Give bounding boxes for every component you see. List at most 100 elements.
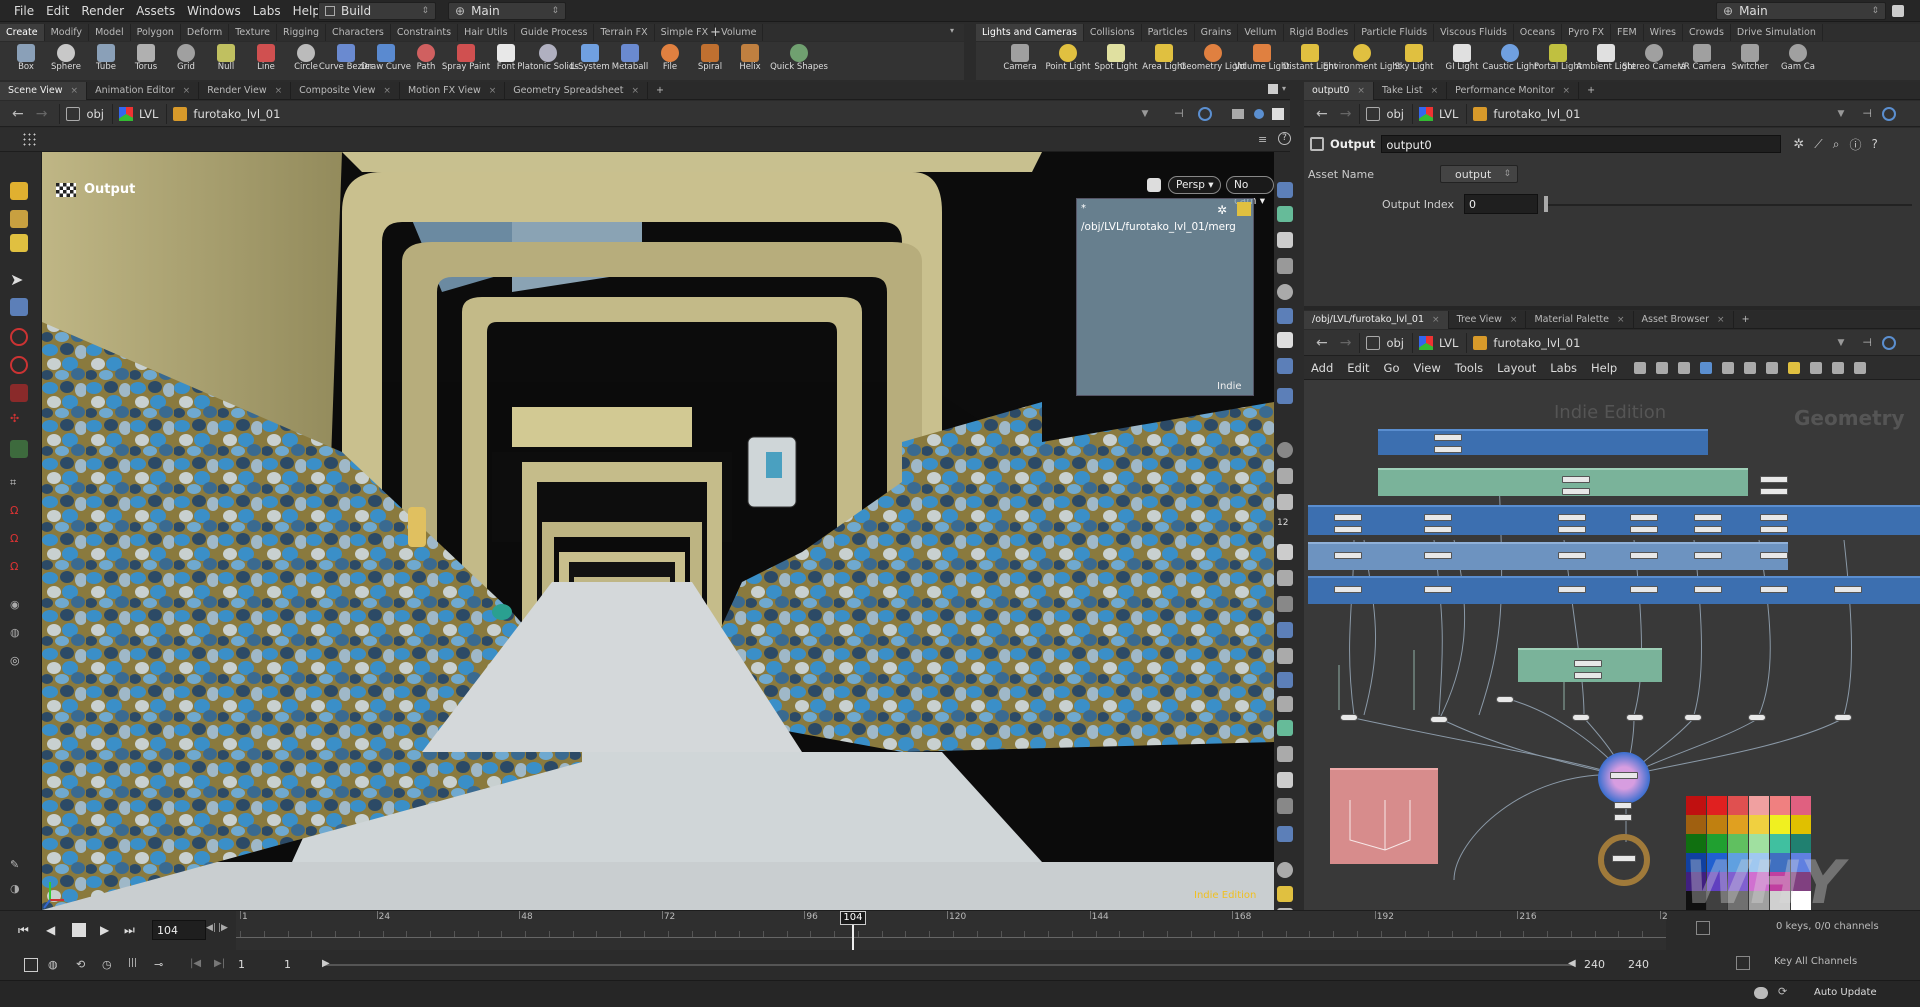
shelf-tab[interactable]: Viscous Fluids <box>1434 24 1514 41</box>
close-icon[interactable]: × <box>1431 82 1439 100</box>
network-node[interactable] <box>1630 514 1658 521</box>
normal-display-icon[interactable] <box>1277 494 1293 510</box>
back-arrow-icon[interactable]: ← <box>1316 335 1328 351</box>
range-end-field[interactable]: 240 <box>1626 956 1666 974</box>
network-menu-view[interactable]: View <box>1407 361 1448 375</box>
close-icon[interactable]: × <box>489 82 497 100</box>
right-desktop-dropdown[interactable]: ⊕ Main ⇕ <box>1716 2 1886 20</box>
overlay-field[interactable]: * <box>1081 203 1211 217</box>
shelf-tab[interactable]: Terrain FX <box>594 24 655 41</box>
template-icon[interactable] <box>1277 308 1293 324</box>
wire-display-icon[interactable] <box>1277 622 1293 638</box>
node-name-field[interactable]: output0 <box>1381 135 1782 153</box>
pose-icon[interactable] <box>10 440 28 458</box>
shelf-tool-volume-light[interactable]: Volume Light <box>1234 42 1290 72</box>
close-icon[interactable]: × <box>632 82 640 100</box>
network-node[interactable] <box>1760 476 1788 483</box>
shelf-tab[interactable]: Particle Fluids <box>1355 24 1435 41</box>
pane-tab[interactable]: /obj/LVL/furotako_lvl_01 × <box>1304 310 1449 329</box>
shelf-tool-environment-light[interactable]: Environment Light <box>1323 42 1401 72</box>
close-icon[interactable]: × <box>183 82 191 100</box>
shelf-tool-vr-camera[interactable]: VR Camera <box>1678 42 1726 72</box>
shelf-tab[interactable]: Drive Simulation <box>1731 24 1823 41</box>
menu-windows[interactable]: Windows <box>181 0 247 22</box>
point-display-icon[interactable] <box>1277 442 1293 458</box>
note-icon[interactable] <box>1788 361 1801 374</box>
vertex-display-icon[interactable] <box>1277 544 1293 560</box>
shelf-tab[interactable]: Collisions <box>1084 24 1142 41</box>
network-node[interactable] <box>1760 488 1788 495</box>
color-swatch[interactable] <box>1791 796 1811 815</box>
grid-view-icon[interactable] <box>1700 361 1713 374</box>
scale-icon[interactable] <box>10 384 28 402</box>
context-dropdown[interactable]: ⊕ Main ⇕ <box>448 2 566 20</box>
shelf-tab[interactable]: Polygon <box>131 24 181 41</box>
merge-node[interactable] <box>1572 714 1590 721</box>
pane-tab[interactable]: Performance Monitor × <box>1447 81 1580 100</box>
magnet-grid-icon[interactable]: Ω <box>10 532 28 550</box>
display-options-icon[interactable]: ≡ <box>1258 133 1267 146</box>
stop-icon[interactable] <box>72 923 86 937</box>
ghost-icon[interactable] <box>1277 258 1293 274</box>
number-display-icon[interactable]: 12 <box>1277 518 1293 534</box>
playback-end-field[interactable]: 240 <box>1582 956 1622 974</box>
back-arrow-icon[interactable]: ← <box>1316 106 1328 122</box>
tree-icon[interactable] <box>1656 361 1669 374</box>
network-node[interactable] <box>1574 672 1602 679</box>
close-icon[interactable]: × <box>383 82 391 100</box>
menu-file[interactable]: File <box>8 0 40 22</box>
close-icon[interactable]: × <box>71 82 79 100</box>
crumb-lvl[interactable]: LVL <box>112 103 166 124</box>
network-node[interactable] <box>1424 586 1452 593</box>
view-tool-icon[interactable] <box>10 182 28 200</box>
network-node[interactable] <box>1558 552 1586 559</box>
network-node[interactable] <box>1694 552 1722 559</box>
timeline-ruler[interactable]: 104 1 24 48 72 96 120 144 168 192 216 2 <box>236 911 1668 951</box>
network-node[interactable] <box>1614 814 1632 821</box>
magnet-point-icon[interactable]: Ω <box>10 560 28 578</box>
range-start-field[interactable]: 1 <box>236 956 282 974</box>
color-swatch[interactable] <box>1707 796 1727 815</box>
add-shelf-icon[interactable]: + <box>710 24 722 41</box>
shelf-tool-spray-paint[interactable]: Spray Paint <box>442 42 490 72</box>
pin-icon[interactable]: ⊣ <box>1862 336 1872 349</box>
hull-display-icon[interactable] <box>1277 648 1293 664</box>
help-icon[interactable]: ? <box>1871 137 1877 151</box>
refresh-icon[interactable]: ⟳ <box>1778 985 1787 998</box>
shelf-menu-icon[interactable]: ▾ <box>950 26 954 35</box>
merge-node[interactable] <box>1684 714 1702 721</box>
network-node[interactable] <box>1760 552 1788 559</box>
pin-icon[interactable] <box>1237 202 1251 216</box>
color-swatch[interactable] <box>1770 815 1790 834</box>
cloud-icon[interactable] <box>1754 987 1768 999</box>
pane-tab[interactable]: Tree View × <box>1449 310 1527 329</box>
snapshot-icon[interactable] <box>1744 361 1757 374</box>
merge-node[interactable] <box>1496 696 1514 703</box>
shelf-tab[interactable]: Rigid Bodies <box>1284 24 1356 41</box>
network-box-pink[interactable] <box>1330 768 1438 864</box>
color-swatch[interactable] <box>1791 815 1811 834</box>
pane-tab[interactable]: Animation Editor × <box>87 81 200 100</box>
crumb-furotako[interactable]: furotako_lvl_01 ▼ <box>1466 103 1852 124</box>
render-tool-icon[interactable]: ◎ <box>10 654 28 672</box>
auto-update-button[interactable]: Auto Update <box>1814 987 1877 998</box>
shelf-tab[interactable]: Deform <box>181 24 230 41</box>
network-node[interactable] <box>1334 514 1362 521</box>
network-menu-tools[interactable]: Tools <box>1448 361 1490 375</box>
close-icon[interactable]: × <box>1617 311 1625 329</box>
network-node[interactable] <box>1558 526 1586 533</box>
merge-node[interactable] <box>1610 772 1638 779</box>
search-icon[interactable]: ⌕ <box>1833 137 1840 152</box>
search-icon[interactable] <box>1832 361 1845 374</box>
network-node[interactable] <box>1424 526 1452 533</box>
shelf-tab[interactable]: FEM <box>1611 24 1644 41</box>
pane-tab[interactable]: Geometry Spreadsheet × <box>505 81 649 100</box>
merge-node[interactable] <box>1834 714 1852 721</box>
shelf-tool-tube[interactable]: Tube <box>86 42 126 72</box>
pin-icon[interactable]: ⊣ <box>1174 107 1184 120</box>
network-node[interactable] <box>1630 552 1658 559</box>
gear-icon[interactable]: ✲ <box>1217 203 1227 217</box>
color-display-icon[interactable] <box>1277 720 1293 736</box>
network-box-blue[interactable] <box>1308 505 1920 535</box>
arrow-select-icon[interactable]: ➤ <box>10 270 28 289</box>
